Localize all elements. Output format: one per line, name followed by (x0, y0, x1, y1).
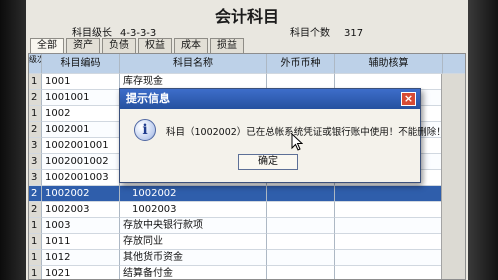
row-auxiliary-cell (335, 250, 443, 266)
row-level-cell: 2 (29, 122, 42, 138)
row-code-cell: 1001 (42, 74, 120, 90)
row-code-cell: 1021 (42, 266, 120, 279)
row-name-cell: 结算备付金 (120, 266, 267, 279)
row-level-cell: 3 (29, 170, 42, 186)
row-currency-cell (267, 186, 335, 202)
table-header: 级次 科目编码 科目名称 外币币种 辅助核算 (29, 54, 465, 74)
row-level-cell: 1 (29, 266, 42, 279)
row-auxiliary-cell (335, 186, 443, 202)
header-spacer (443, 54, 465, 74)
prompt-dialog: 提示信息 × i 科目（1002002）已在总帐系统凭证或银行账中使用！不能删除… (119, 88, 446, 183)
subject-count-info: 科目个数 317 (290, 24, 363, 39)
row-name-cell: 1002002 (120, 186, 267, 202)
row-level-cell: 1 (29, 218, 42, 234)
row-auxiliary-cell (335, 234, 443, 250)
row-auxiliary-cell (335, 202, 443, 218)
row-code-cell: 1002003 (42, 202, 120, 218)
row-name-cell: 1002003 (120, 202, 267, 218)
row-level-cell: 3 (29, 154, 42, 170)
header-level[interactable]: 级次 (29, 54, 42, 74)
row-level-cell: 2 (29, 186, 42, 202)
row-level-cell: 1 (29, 106, 42, 122)
row-auxiliary-cell (335, 218, 443, 234)
tab-liabilities[interactable]: 负债 (102, 38, 136, 53)
table-row[interactable]: 2 1002002 1002002 (29, 186, 465, 202)
row-level-cell: 1 (29, 74, 42, 90)
category-tabs: 全部 资产 负债 权益 成本 损益 (30, 38, 246, 53)
accounting-subjects-window: 会计科目 科目级长 4-3-3-3 科目个数 317 全部 资产 负债 权益 成本 … (26, 0, 468, 280)
row-name-cell: 其他货币资金 (120, 250, 267, 266)
row-currency-cell (267, 266, 335, 279)
row-currency-cell (267, 202, 335, 218)
row-currency-cell (267, 250, 335, 266)
row-level-cell: 1 (29, 250, 42, 266)
header-currency[interactable]: 外币币种 (267, 54, 335, 74)
header-code[interactable]: 科目编码 (42, 54, 120, 74)
tab-assets[interactable]: 资产 (66, 38, 100, 53)
tab-all[interactable]: 全部 (30, 38, 64, 53)
table-row[interactable]: 1 1011 存放同业 (29, 234, 465, 250)
row-name-cell: 存放同业 (120, 234, 267, 250)
row-level-cell: 1 (29, 234, 42, 250)
row-code-cell: 1011 (42, 234, 120, 250)
row-code-cell: 1002001 (42, 122, 120, 138)
table-row[interactable]: 2 1002003 1002003 (29, 202, 465, 218)
tab-cost[interactable]: 成本 (174, 38, 208, 53)
row-level-cell: 2 (29, 202, 42, 218)
ok-button[interactable]: 确定 (238, 154, 298, 170)
subject-level-info: 科目级长 4-3-3-3 (72, 24, 156, 39)
row-code-cell: 1002 (42, 106, 120, 122)
dialog-message: 科目（1002002）已在总帐系统凭证或银行账中使用！不能删除！ (166, 127, 446, 138)
subject-count-value: 317 (344, 28, 364, 39)
row-level-cell: 2 (29, 90, 42, 106)
row-code-cell: 1003 (42, 218, 120, 234)
row-auxiliary-cell (335, 266, 443, 279)
tab-equity[interactable]: 权益 (138, 38, 172, 53)
close-icon[interactable]: × (401, 92, 416, 106)
row-code-cell: 1002001001 (42, 138, 120, 154)
dialog-title-bar[interactable]: 提示信息 × (120, 89, 420, 109)
header-auxiliary[interactable]: 辅助核算 (335, 54, 443, 74)
row-code-cell: 1002002 (42, 186, 120, 202)
row-name-cell: 存放中央银行款项 (120, 218, 267, 234)
photo-bezel-left (0, 0, 26, 280)
header-name[interactable]: 科目名称 (120, 54, 267, 74)
row-code-cell: 1002001002 (42, 154, 120, 170)
row-level-cell: 3 (29, 138, 42, 154)
info-icon: i (134, 119, 156, 141)
dialog-title: 提示信息 (126, 92, 170, 105)
table-row[interactable]: 1 1012 其他货币资金 (29, 250, 465, 266)
mouse-cursor-icon (291, 133, 303, 151)
row-code-cell: 1012 (42, 250, 120, 266)
subject-count-label: 科目个数 (290, 28, 330, 39)
table-row[interactable]: 1 1003 存放中央银行款项 (29, 218, 465, 234)
tab-profit-loss[interactable]: 损益 (210, 38, 244, 53)
row-currency-cell (267, 234, 335, 250)
vertical-scrollbar[interactable] (441, 74, 465, 279)
row-code-cell: 1002001003 (42, 170, 120, 186)
row-currency-cell (267, 218, 335, 234)
table-row[interactable]: 1 1021 结算备付金 (29, 266, 465, 279)
photo-bezel-right (468, 0, 498, 280)
row-code-cell: 1001001 (42, 90, 120, 106)
